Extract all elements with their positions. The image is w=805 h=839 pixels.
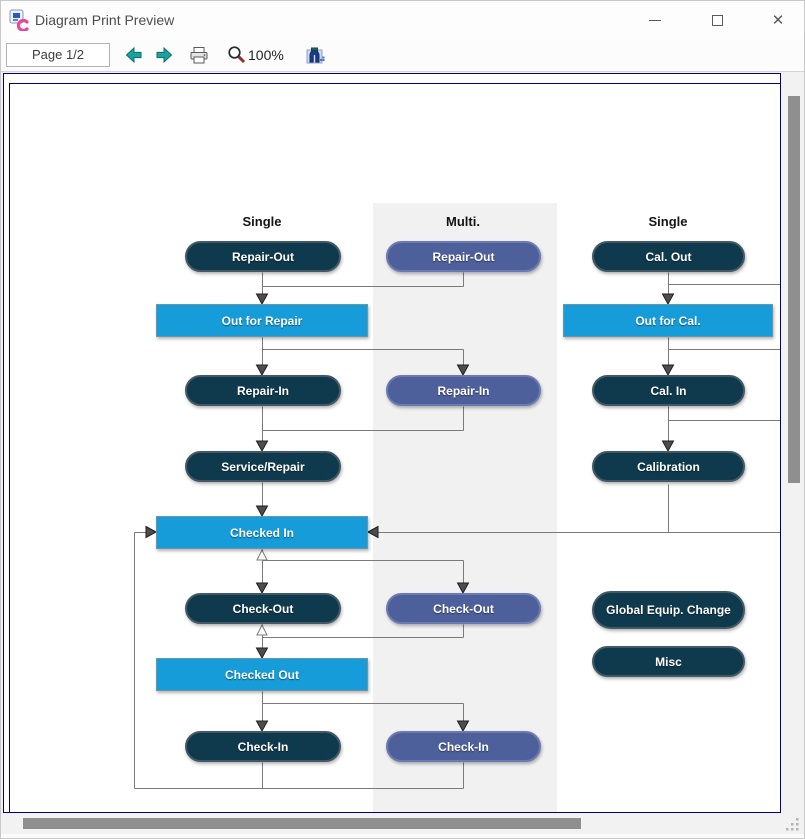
node-checked-in: Checked In [156,516,368,549]
horizontal-scrollbar-thumb[interactable] [23,818,581,829]
minimize-icon [649,20,661,21]
back-arrow-icon [125,47,143,63]
zoom-level-label: 100% [248,44,284,66]
column-header-single-right: Single [598,214,738,229]
node-repair-out-multi: Repair-Out [386,241,541,272]
close-icon: ✕ [772,13,785,28]
toolbar: Page 1/2 100% [1,39,804,72]
node-check-in-multi: Check-In [386,731,541,762]
printer-icon [189,46,209,65]
node-out-for-repair: Out for Repair [156,304,368,337]
node-repair-in-single: Repair-In [185,375,341,406]
node-cal-in: Cal. In [592,375,745,406]
node-global-equip-change: Global Equip. Change [592,591,745,629]
node-repair-in-multi: Repair-In [386,375,541,406]
vertical-scrollbar[interactable] [781,72,805,814]
window-title: Diagram Print Preview [35,1,174,39]
print-button[interactable] [188,44,210,66]
maximize-button[interactable] [694,1,740,39]
forward-arrow-icon [155,47,173,63]
node-cal-out: Cal. Out [592,241,745,272]
magnifier-icon [227,45,247,65]
diagram-print-preview-window: Diagram Print Preview ✕ Page 1/2 [0,0,805,839]
minimize-button[interactable] [632,1,678,39]
node-check-out-single: Check-Out [185,593,341,624]
node-checked-out: Checked Out [156,658,368,691]
exit-preview-button[interactable] [304,44,326,66]
page-indicator: Page 1/2 [6,43,110,67]
zoom-button[interactable] [226,44,248,66]
next-page-button[interactable] [153,44,175,66]
preview-viewport: Single Multi. Single Repair-Out Repair-O… [3,73,781,813]
node-out-for-cal: Out for Cal. [563,304,773,337]
resize-grip[interactable] [785,817,801,833]
flow-connectors [10,84,781,813]
close-button[interactable]: ✕ [755,1,801,39]
node-misc: Misc [592,646,745,677]
preview-page: Single Multi. Single Repair-Out Repair-O… [9,83,781,813]
flowchart-canvas: Single Multi. Single Repair-Out Repair-O… [10,84,781,813]
node-check-in-single: Check-In [185,731,341,762]
node-check-out-multi: Check-Out [386,593,541,624]
previous-page-button[interactable] [123,44,145,66]
column-header-multi: Multi. [393,214,533,229]
column-header-single-left: Single [192,214,332,229]
door-icon [306,46,325,65]
node-calibration: Calibration [592,451,745,482]
vertical-scrollbar-thumb[interactable] [788,96,800,483]
horizontal-scrollbar[interactable] [1,814,805,834]
node-repair-out-single: Repair-Out [185,241,341,272]
maximize-icon [712,15,723,26]
node-service-repair: Service/Repair [185,451,341,482]
app-icon [9,9,31,31]
title-bar: Diagram Print Preview ✕ [1,1,804,39]
